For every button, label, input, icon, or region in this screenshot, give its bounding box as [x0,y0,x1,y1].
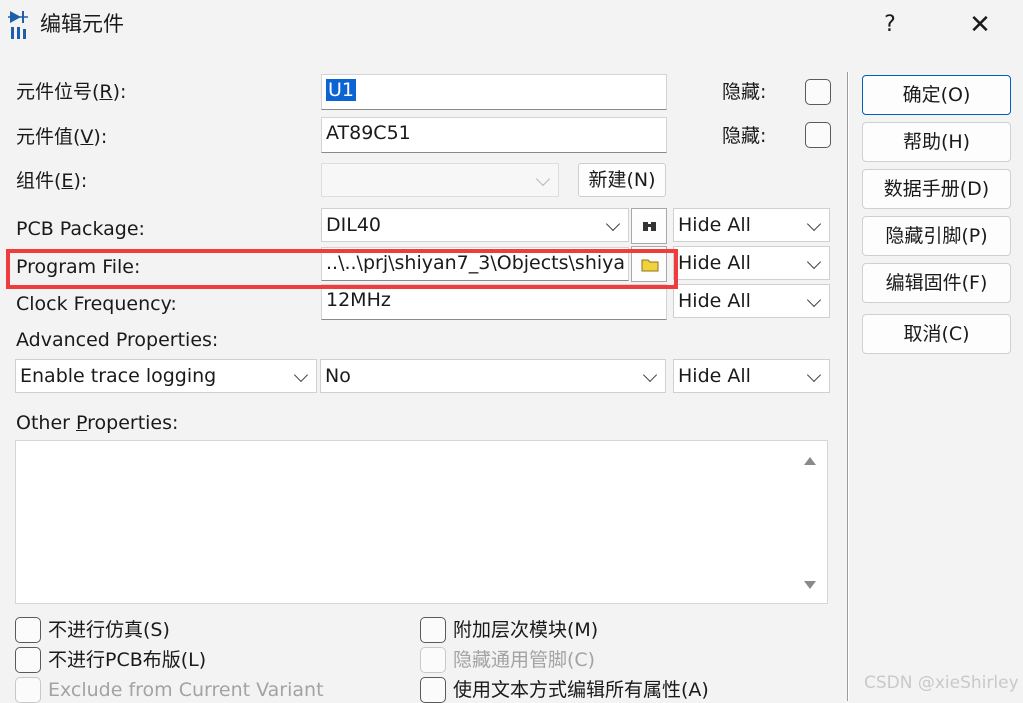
attach-hierarchy-label: 附加层次模块(M) [453,619,599,641]
other-properties-label: Other Properties: [16,412,179,434]
chevron-down-icon [806,292,822,308]
help-title-button[interactable]: ? [872,8,908,42]
clock-frequency-label: Clock Frequency: [16,293,177,315]
advanced-property-select[interactable]: Enable trace logging [15,359,317,393]
group-label: 组件(E): [16,170,88,192]
scroll-down-icon[interactable] [804,581,816,589]
pcb-visibility-select[interactable]: Hide All [673,208,830,242]
value-input[interactable]: AT89C51 [321,117,667,153]
exclude-variant-checkbox[interactable] [15,677,41,703]
ref-hidden-label: 隐藏: [722,81,767,103]
component-icon [8,8,30,40]
other-properties-textarea[interactable] [15,440,828,604]
hide-common-pins-label: 隐藏通用管脚(C) [453,649,596,671]
datasheet-button[interactable]: 数据手册(D) [862,169,1011,209]
edit-as-text-label: 使用文本方式编辑所有属性(A) [453,679,709,701]
advanced-value-select[interactable]: No [320,359,666,393]
chevron-down-icon [535,171,551,187]
clock-frequency-input[interactable]: 12MHz [321,284,667,320]
chevron-down-icon [642,367,658,383]
pcb-package-select[interactable]: DIL40 [321,208,629,242]
exclude-variant-label: Exclude from Current Variant [48,679,324,701]
scroll-up-icon[interactable] [804,457,816,465]
help-button[interactable]: 帮助(H) [862,122,1011,162]
hide-common-pins-checkbox[interactable] [420,647,446,673]
advanced-visibility-select[interactable]: Hide All [673,359,830,393]
edit-firmware-button[interactable]: 编辑固件(F) [862,263,1011,303]
vertical-divider-highlight [848,72,849,701]
value-hidden-label: 隐藏: [722,125,767,147]
program-file-visibility-select[interactable]: Hide All [673,246,830,280]
chevron-down-icon [293,367,309,383]
chevron-down-icon [806,216,822,232]
advanced-properties-label: Advanced Properties: [16,329,219,351]
value-hidden-checkbox[interactable] [805,122,831,148]
package-browse-button[interactable] [631,208,667,244]
hidden-pins-button[interactable]: 隐藏引脚(P) [862,216,1011,256]
ok-button[interactable]: 确定(O) [862,75,1011,115]
chevron-down-icon [605,216,621,232]
edit-as-text-checkbox[interactable] [420,677,446,703]
cancel-button[interactable]: 取消(C) [862,314,1011,354]
pcb-package-label: PCB Package: [16,218,145,240]
no-simulate-label: 不进行仿真(S) [48,619,170,641]
no-simulate-checkbox[interactable] [15,617,41,643]
chevron-down-icon [806,367,822,383]
chevron-down-icon [806,254,822,270]
clock-visibility-select[interactable]: Hide All [673,284,830,318]
close-button[interactable]: ✕ [960,8,1000,42]
group-select[interactable] [321,163,559,197]
annotation-highlight-box [6,249,678,289]
new-group-button[interactable]: 新建(N) [578,163,666,197]
binoculars-icon [643,222,656,231]
window-title: 编辑元件 [40,12,124,36]
no-pcb-checkbox[interactable] [15,647,41,673]
value-label: 元件值(V): [16,126,108,148]
title-bar [0,0,1023,50]
watermark: CSDN @xieShirley [864,673,1019,693]
attach-hierarchy-checkbox[interactable] [420,617,446,643]
ref-input[interactable]: U1 [321,74,667,110]
no-pcb-label: 不进行PCB布版(L) [48,649,207,671]
ref-hidden-checkbox[interactable] [805,79,831,105]
ref-label: 元件位号(R): [16,81,127,103]
